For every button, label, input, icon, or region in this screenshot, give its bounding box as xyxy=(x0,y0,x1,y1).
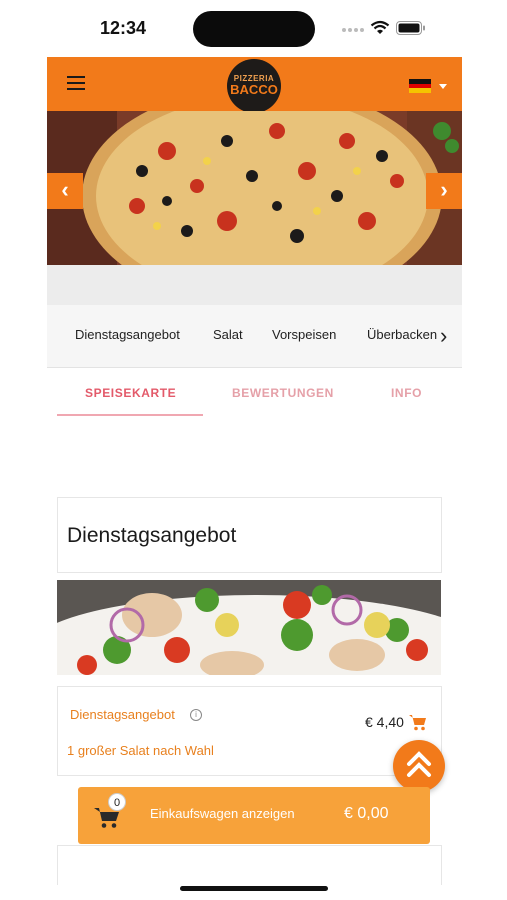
home-indicator xyxy=(180,886,328,891)
cart-count-badge: 0 xyxy=(108,793,126,811)
logo-line2: BACCO xyxy=(230,82,278,97)
menu-icon[interactable] xyxy=(67,76,85,90)
hero-next-button[interactable]: › xyxy=(426,173,462,209)
next-item-card xyxy=(57,845,442,885)
menu-item-card[interactable] xyxy=(57,686,442,776)
cart-total: € 0,00 xyxy=(344,805,389,822)
add-to-cart-icon[interactable] xyxy=(408,713,428,731)
info-icon[interactable]: i xyxy=(190,709,202,721)
german-flag-icon[interactable] xyxy=(409,79,431,93)
category-bar: Dienstagsangebot Salat Vorspeisen Überba… xyxy=(47,305,462,368)
tab-info[interactable]: INFO xyxy=(391,386,422,400)
status-icons xyxy=(340,18,435,40)
cart-label: Einkaufswagen anzeigen xyxy=(150,806,295,821)
dynamic-island xyxy=(193,11,315,47)
status-time: 12:34 xyxy=(100,18,147,38)
wifi-icon xyxy=(370,20,390,34)
hero-prev-button[interactable]: ‹ xyxy=(47,173,83,209)
item-description: 1 großer Salat nach Wahl xyxy=(67,743,214,758)
language-caret-icon[interactable] xyxy=(439,84,447,89)
pizzeria-logo[interactable]: PIZZERIA BACCO xyxy=(227,59,281,113)
item-name[interactable]: Dienstagsangebot xyxy=(70,707,175,722)
item-price: € 4,40 xyxy=(365,714,404,730)
category-dienstagsangebot[interactable]: Dienstagsangebot xyxy=(75,327,180,342)
active-tab-indicator xyxy=(57,414,203,416)
category-ueberbacken[interactable]: Überbacken xyxy=(367,327,437,342)
category-vorspeisen[interactable]: Vorspeisen xyxy=(272,327,336,342)
scroll-to-top-button[interactable] xyxy=(393,740,445,792)
double-chevron-up-icon xyxy=(407,751,431,777)
app-header: PIZZERIA BACCO xyxy=(47,57,462,113)
tab-bewertungen[interactable]: BEWERTUNGEN xyxy=(232,386,334,400)
battery-icon xyxy=(396,21,425,35)
tab-speisekarte[interactable]: SPEISEKARTE xyxy=(85,386,176,400)
hero-pizza-image xyxy=(47,111,462,265)
category-salat[interactable]: Salat xyxy=(213,327,243,342)
section-title: Dienstagsangebot xyxy=(67,524,237,547)
hero-caption-band xyxy=(47,265,462,305)
category-next-chevron-icon[interactable]: › xyxy=(440,323,447,349)
view-cart-button[interactable]: 0 Einkaufswagen anzeigen € 0,00 xyxy=(78,787,430,844)
salad-image xyxy=(57,580,441,675)
